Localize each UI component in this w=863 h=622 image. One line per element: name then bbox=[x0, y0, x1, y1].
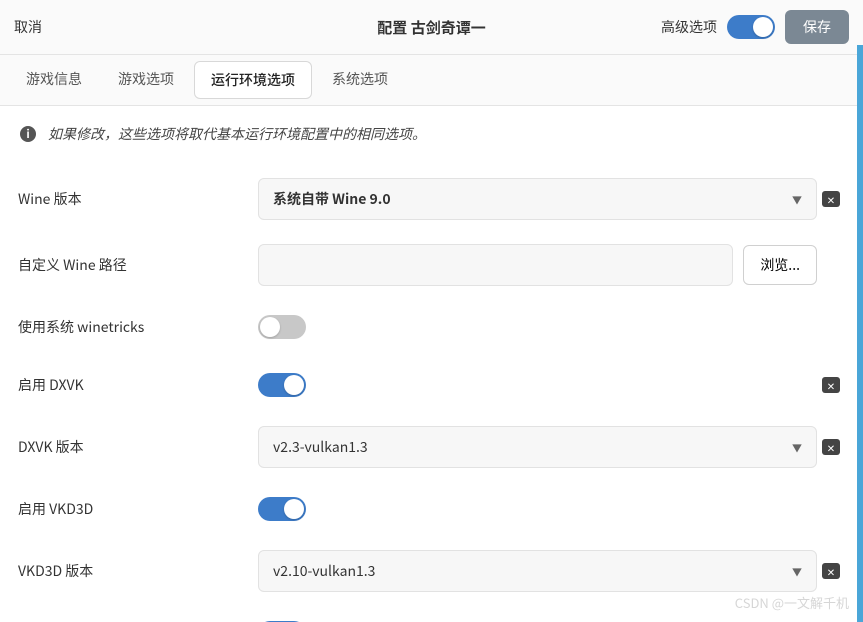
info-icon: i bbox=[20, 126, 36, 142]
chevron-down-icon: ▼ bbox=[792, 440, 802, 455]
advanced-options-label: 高级选项 bbox=[661, 17, 717, 37]
tab-runner-opts[interactable]: 运行环境选项 bbox=[194, 61, 312, 99]
window-edge bbox=[857, 45, 863, 622]
enable-vkd3d-toggle[interactable] bbox=[258, 497, 306, 521]
window-title: 配置 古剑奇谭一 bbox=[377, 17, 485, 38]
enable-dxvk-label: 启用 DXVK bbox=[18, 375, 258, 395]
tab-game-opts[interactable]: 游戏选项 bbox=[102, 61, 190, 99]
window-header: 取消 配置 古剑奇谭一 高级选项 保存 bbox=[0, 0, 863, 55]
chevron-down-icon: ▼ bbox=[792, 192, 802, 207]
system-winetricks-toggle[interactable] bbox=[258, 315, 306, 339]
system-winetricks-label: 使用系统 winetricks bbox=[18, 317, 258, 337]
cancel-button[interactable]: 取消 bbox=[14, 17, 42, 37]
wine-version-select[interactable]: 系统自带 Wine 9.0 ▼ bbox=[258, 178, 817, 220]
info-text: 如果修改，这些选项将取代基本运行环境配置中的相同选项。 bbox=[48, 124, 426, 144]
tab-bar: 游戏信息 游戏选项 运行环境选项 系统选项 bbox=[0, 55, 863, 106]
content-scroll-area[interactable]: i 如果修改，这些选项将取代基本运行环境配置中的相同选项。 Wine 版本 系统… bbox=[0, 106, 863, 622]
browse-button[interactable]: 浏览... bbox=[743, 245, 817, 285]
dxvk-version-select[interactable]: v2.3-vulkan1.3 ▼ bbox=[258, 426, 817, 468]
chevron-down-icon: ▼ bbox=[792, 564, 802, 579]
advanced-options-toggle[interactable] bbox=[727, 15, 775, 39]
tab-game-info[interactable]: 游戏信息 bbox=[10, 61, 98, 99]
vkd3d-version-select[interactable]: v2.10-vulkan1.3 ▼ bbox=[258, 550, 817, 592]
save-button[interactable]: 保存 bbox=[785, 10, 849, 44]
vkd3d-version-label: VKD3D 版本 bbox=[18, 561, 258, 581]
dxvk-version-label: DXVK 版本 bbox=[18, 437, 258, 457]
reset-icon[interactable]: ✕ bbox=[822, 191, 840, 207]
tab-system-opts[interactable]: 系统选项 bbox=[316, 61, 404, 99]
info-banner: i 如果修改，这些选项将取代基本运行环境配置中的相同选项。 bbox=[0, 106, 863, 166]
enable-vkd3d-label: 启用 VKD3D bbox=[18, 499, 258, 519]
reset-icon[interactable]: ✕ bbox=[822, 563, 840, 579]
wine-version-label: Wine 版本 bbox=[18, 189, 258, 209]
enable-dxvk-toggle[interactable] bbox=[258, 373, 306, 397]
reset-icon[interactable]: ✕ bbox=[822, 439, 840, 455]
reset-icon[interactable]: ✕ bbox=[822, 377, 840, 393]
custom-wine-label: 自定义 Wine 路径 bbox=[18, 255, 258, 275]
custom-wine-input[interactable] bbox=[258, 244, 733, 286]
